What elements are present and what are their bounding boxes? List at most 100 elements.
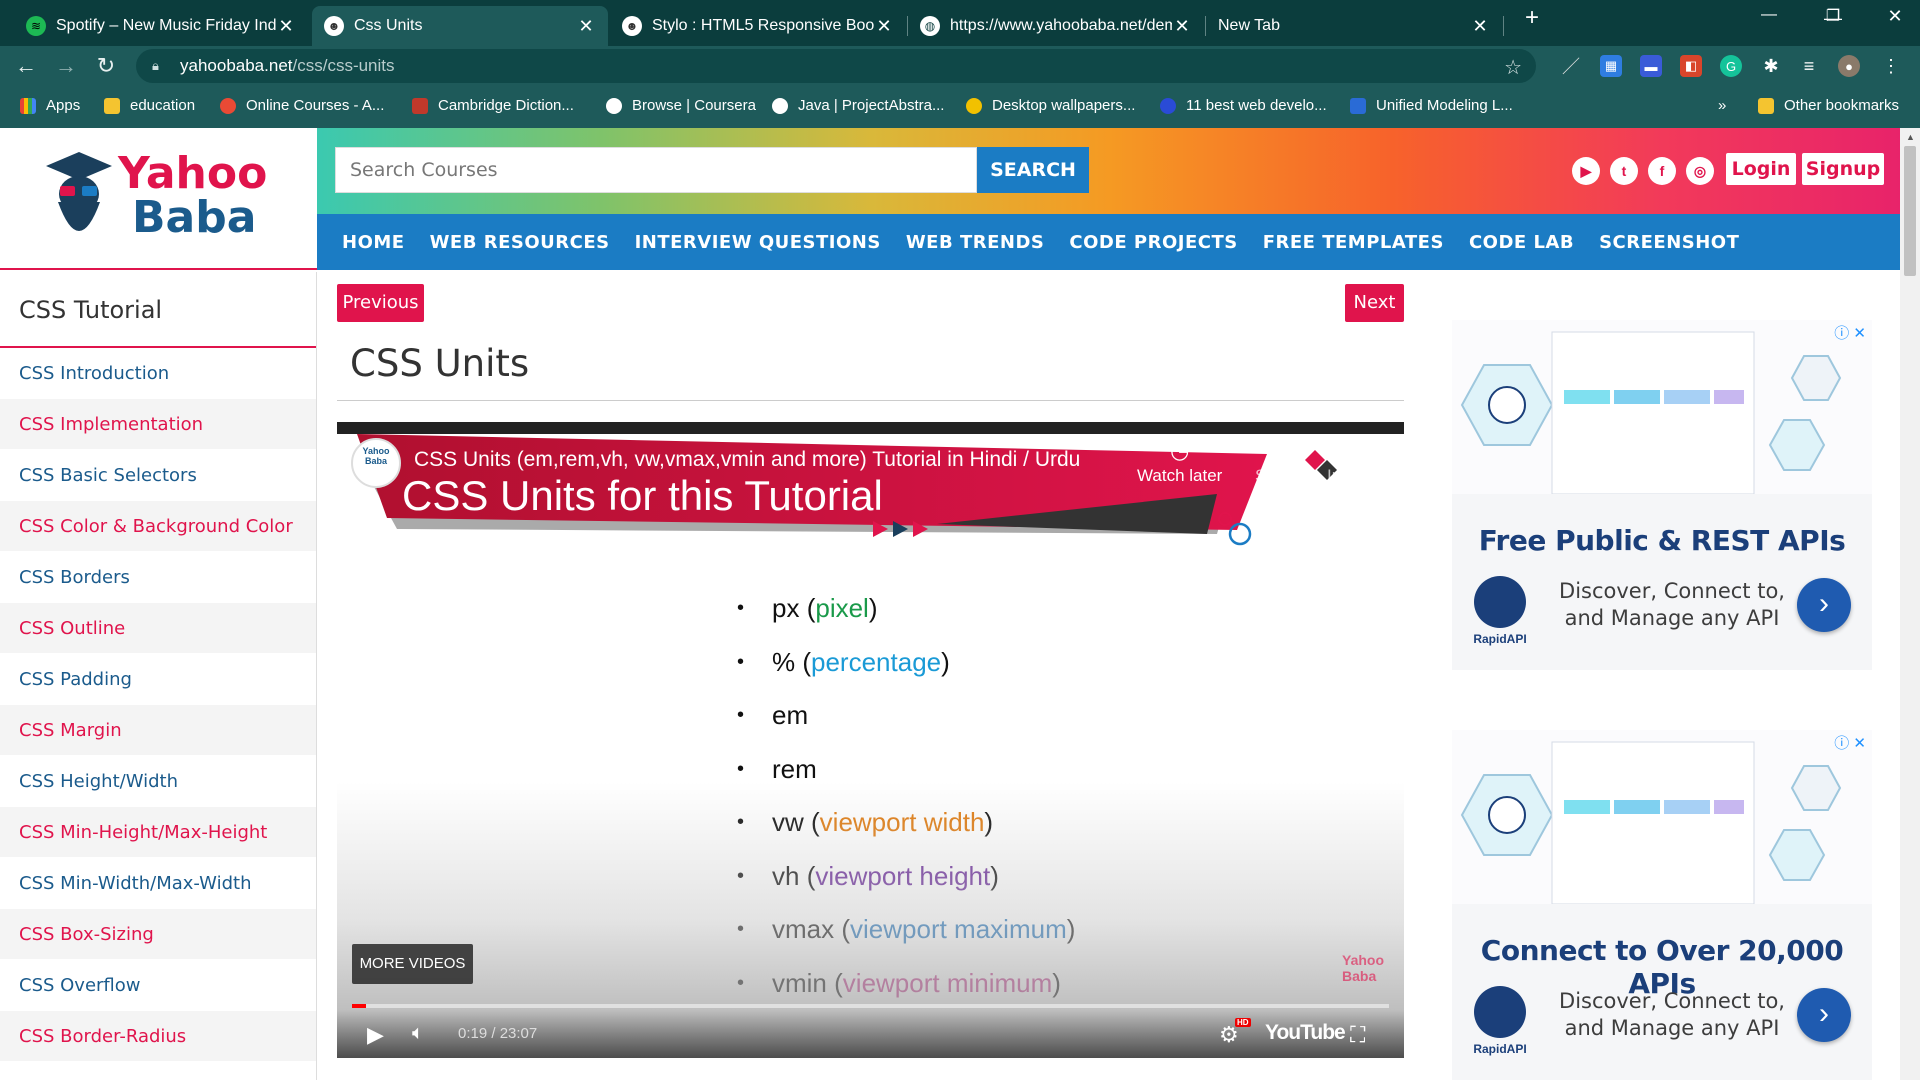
bookmark-web-dev[interactable]: 11 best web develo... [1160,97,1327,114]
sidebar-item[interactable]: CSS Overflow [0,960,316,1011]
pen-icon[interactable]: ／ [1560,55,1582,77]
nav-interview-questions[interactable]: INTERVIEW QUESTIONS [635,232,881,253]
sidebar-item[interactable]: CSS Borders [0,552,316,603]
office-icon[interactable]: ◧ [1680,55,1702,77]
channel-avatar[interactable]: Yahoo Baba [351,438,401,488]
extension-icon[interactable]: ▦ [1600,55,1622,77]
bookmark-java[interactable]: Java | ProjectAbstra... [772,97,944,114]
login-button[interactable]: Login [1726,153,1796,185]
bookmark-wallpapers[interactable]: Desktop wallpapers... [966,97,1135,114]
bullet-paren: ) [941,646,950,677]
watch-later-button[interactable]: ◷ Watch later [1137,438,1222,486]
tab-yahoobaba-demo[interactable]: ◍ https://www.yahoobaba.net/dem ✕ [908,6,1204,46]
bookmark-online-courses[interactable]: Online Courses - A... [220,97,384,114]
sidebar-item[interactable]: CSS Outline [0,603,316,654]
adchoices-icon[interactable]: ⓘ ✕ [1834,322,1866,343]
close-icon[interactable]: ✕ [576,16,596,37]
scroll-up-arrow-icon[interactable]: ▲ [1906,132,1915,142]
search-input[interactable]: Search Courses [335,147,977,193]
youtube-logo[interactable]: YouTube [1265,1021,1346,1045]
menu-dots-icon[interactable]: ⋮ [1880,55,1902,77]
ad-banner-2[interactable]: ⓘ ✕ Connect to Over 20,000 APIs RapidAPI… [1452,730,1872,1080]
volume-icon[interactable]: 🔈︎ [412,1022,424,1045]
sidebar-item[interactable]: CSS Min-Width/Max-Width [0,858,316,909]
sidebar-item[interactable]: CSS Border-Radius [0,1011,316,1062]
sidebar-item[interactable]: CSS Min-Height/Max-Height [0,807,316,858]
chevron-right-icon[interactable]: › [1797,988,1851,1042]
sidebar-item[interactable]: CSS Introduction [0,348,316,399]
nav-code-projects[interactable]: CODE PROJECTS [1069,232,1237,253]
bookmark-education[interactable]: education [104,97,195,114]
next-button[interactable]: Next [1345,284,1404,322]
tab-spotify[interactable]: ≋ Spotify – New Music Friday India ✕ [14,6,308,46]
video-title[interactable]: CSS Units (em,rem,vh, vw,vmax,vmin and m… [414,448,1080,472]
sidebar-item[interactable]: CSS Height/Width [0,756,316,807]
channel-watermark[interactable]: Yahoo Baba [1342,952,1384,984]
sidebar-item[interactable]: CSS Color & Background Color [0,501,316,552]
media-icon[interactable]: ≡ [1798,55,1820,77]
bullet-dot-icon: • [737,704,745,727]
bookmarks-overflow[interactable]: » [1718,97,1726,114]
previous-button[interactable]: Previous [337,284,424,322]
close-icon[interactable]: ✕ [1172,16,1192,37]
nav-code-lab[interactable]: CODE LAB [1469,232,1574,253]
bookmark-apps[interactable]: Apps [20,97,80,114]
sidebar-item[interactable]: CSS Margin [0,705,316,756]
youtube-video-player[interactable]: Yahoo Baba CSS Units (em,rem,vh, vw,vmax… [337,422,1404,1058]
site-logo[interactable]: Yahoo Baba [0,128,317,270]
new-tab-button[interactable]: + [1512,4,1552,32]
scrollbar-thumb[interactable] [1904,146,1916,276]
close-window-button[interactable]: ✕ [1875,6,1915,27]
ad-banner-1[interactable]: ⓘ ✕ Free Public & REST APIs RapidAPI Dis… [1452,320,1872,670]
info-button[interactable]: ⓘ Info [1327,438,1355,486]
sidebar-item[interactable]: CSS Padding [0,654,316,705]
youtube-icon[interactable]: ▶ [1572,157,1600,185]
bookmark-coursera[interactable]: Browse | Coursera [606,97,756,114]
extension-icon[interactable]: ▬ [1640,55,1662,77]
bullet-term: % [772,646,796,677]
sidebar-item[interactable]: CSS Basic Selectors [0,450,316,501]
play-icon[interactable]: ▶ [367,1022,384,1048]
share-button[interactable]: ➦ Share [1255,438,1300,486]
close-icon[interactable]: ✕ [276,16,296,37]
grammarly-icon[interactable]: G [1720,55,1742,77]
bookmark-cambridge[interactable]: Cambridge Diction... [412,97,574,114]
more-videos-button[interactable]: MORE VIDEOS [352,944,473,984]
nav-web-trends[interactable]: WEB TRENDS [906,232,1045,253]
search-button[interactable]: SEARCH [977,147,1089,193]
adchoices-icon[interactable]: ⓘ ✕ [1834,732,1866,753]
close-icon[interactable]: ✕ [874,16,894,37]
video-progress-bar[interactable] [352,1004,1389,1008]
nav-home[interactable]: HOME [342,232,405,253]
nav-web-resources[interactable]: WEB RESOURCES [430,232,610,253]
minimize-button[interactable]: — [1749,6,1789,24]
instagram-icon[interactable]: ◎ [1686,157,1714,185]
page-scrollbar[interactable]: ▲ [1900,128,1920,1080]
address-bar[interactable]: 🔒︎ yahoobaba.net/css/css-units ☆ [136,49,1536,83]
tab-new-tab[interactable]: New Tab ✕ [1206,6,1502,46]
fullscreen-icon[interactable]: ⛶ [1350,1022,1365,1048]
facebook-icon[interactable]: f [1648,157,1676,185]
tab-css-units[interactable]: ☻ Css Units ✕ [312,6,608,46]
restore-button[interactable]: ❐ [1813,6,1853,26]
chevron-right-icon[interactable]: › [1797,578,1851,632]
nav-screenshot[interactable]: SCREENSHOT [1599,232,1739,253]
reload-icon[interactable]: ↻ [92,52,120,80]
logo-text: Yahoo Baba [118,152,267,240]
signup-button[interactable]: Signup [1802,153,1884,185]
sidebar-item[interactable]: CSS Implementation [0,399,316,450]
nav-free-templates[interactable]: FREE TEMPLATES [1263,232,1444,253]
bookmark-uml[interactable]: Unified Modeling L... [1350,97,1513,114]
twitter-icon[interactable]: t [1610,157,1638,185]
ad-subtext: Discover, Connect to, and Manage any API [1559,579,1785,630]
puzzle-icon[interactable]: ✱ [1760,55,1782,77]
bookmark-star-icon[interactable]: ☆ [1504,55,1522,80]
tab-stylo[interactable]: ☻ Stylo : HTML5 Responsive Bootst ✕ [610,6,906,46]
forward-arrow-icon[interactable]: → [52,52,80,80]
avatar[interactable]: ● [1838,55,1860,77]
bookmark-label: Cambridge Diction... [438,97,574,114]
other-bookmarks[interactable]: Other bookmarks [1758,97,1899,114]
back-arrow-icon[interactable]: ← [12,52,40,80]
close-icon[interactable]: ✕ [1470,16,1490,37]
sidebar-item[interactable]: CSS Box-Sizing [0,909,316,960]
